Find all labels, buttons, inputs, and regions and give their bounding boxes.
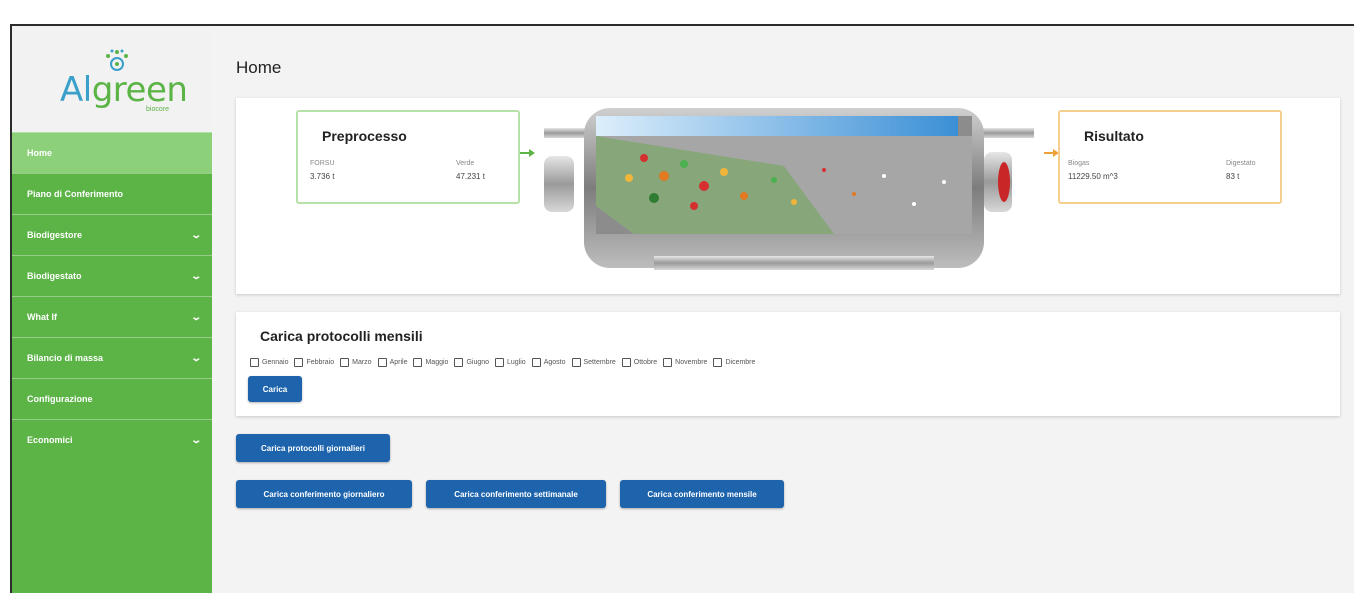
month-checkbox-giugno[interactable]: Giugno bbox=[454, 358, 489, 367]
sidebar-item-home[interactable]: Home bbox=[12, 132, 212, 173]
preprocess-box: Preprocesso FORSU 3.736 t Verde 47.231 t bbox=[296, 110, 520, 204]
biogas-label: Biogas bbox=[1068, 160, 1090, 167]
checkbox[interactable] bbox=[377, 358, 387, 367]
month-checkboxes: Gennaio Febbraio Marzo Aprile Maggio Giugno Lu… bbox=[250, 358, 755, 367]
month-checkbox-agosto[interactable]: Agosto bbox=[531, 358, 566, 367]
biogas-value: 11229.50 m^3 bbox=[1068, 172, 1118, 181]
checkbox[interactable] bbox=[663, 358, 673, 367]
sidebar-item-economici[interactable]: Economici ⌄ bbox=[12, 419, 212, 460]
month-label: Settembre bbox=[583, 359, 616, 366]
logo: Algreen biocore bbox=[12, 26, 212, 132]
month-checkbox-novembre[interactable]: Novembre bbox=[663, 358, 707, 367]
digestato-value: 83 t bbox=[1226, 172, 1240, 181]
month-label: Luglio bbox=[507, 359, 526, 366]
month-label: Giugno bbox=[466, 359, 490, 366]
digestato-label: Digestato bbox=[1226, 160, 1256, 167]
sidebar-item-biodigestato[interactable]: Biodigestato ⌄ bbox=[12, 255, 212, 296]
monthly-delivery-button[interactable]: Carica conferimento mensile bbox=[620, 480, 784, 508]
checkbox[interactable] bbox=[454, 358, 464, 367]
month-checkbox-settembre[interactable]: Settembre bbox=[571, 358, 616, 367]
sidebar-item-label: Bilancio di massa bbox=[27, 353, 104, 363]
sidebar-item-label: Biodigestato bbox=[27, 271, 82, 281]
sidebar-item-label: Economici bbox=[27, 435, 73, 445]
month-checkbox-marzo[interactable]: Marzo bbox=[340, 358, 372, 367]
checkbox[interactable] bbox=[294, 358, 304, 367]
month-label: Agosto bbox=[543, 359, 566, 366]
sidebar-item-configurazione[interactable]: Configurazione bbox=[12, 378, 212, 419]
month-checkbox-gennaio[interactable]: Gennaio bbox=[250, 358, 288, 367]
preprocess-title: Preprocesso bbox=[322, 128, 407, 144]
month-checkbox-luglio[interactable]: Luglio bbox=[495, 358, 526, 367]
sidebar-item-what-if[interactable]: What If ⌄ bbox=[12, 296, 212, 337]
result-box: Risultato Biogas 11229.50 m^3 Digestato … bbox=[1058, 110, 1282, 204]
month-checkbox-aprile[interactable]: Aprile bbox=[377, 358, 408, 367]
month-checkbox-maggio[interactable]: Maggio bbox=[413, 358, 448, 367]
sidebar-item-label: Piano di Conferimento bbox=[27, 189, 124, 199]
chevron-down-icon: ⌄ bbox=[189, 311, 202, 323]
month-label: Maggio bbox=[425, 359, 449, 366]
monthly-title: Carica protocolli mensili bbox=[260, 328, 423, 344]
logo-subtitle: biocore bbox=[146, 106, 169, 113]
month-label: Novembre bbox=[675, 359, 708, 366]
weekly-delivery-button[interactable]: Carica conferimento settimanale bbox=[426, 480, 606, 508]
month-label: Dicembre bbox=[725, 359, 756, 366]
checkbox[interactable] bbox=[621, 358, 631, 367]
chevron-down-icon: ⌄ bbox=[189, 229, 202, 241]
month-label: Gennaio bbox=[262, 359, 289, 366]
app-window: Algreen biocore Home Piano di Conferiment… bbox=[10, 24, 1354, 593]
page-title: Home bbox=[236, 58, 282, 77]
forsu-value: 3.736 t bbox=[310, 172, 335, 181]
month-checkbox-ottobre[interactable]: Ottobre bbox=[621, 358, 658, 367]
month-label: Febbraio bbox=[306, 359, 335, 366]
main-content: Home Preprocesso FORSU 3.736 t Verde 47.… bbox=[234, 26, 1354, 593]
month-label: Ottobre bbox=[633, 359, 658, 366]
sidebar-item-label: Home bbox=[27, 148, 53, 158]
month-checkbox-febbraio[interactable]: Febbraio bbox=[294, 358, 334, 367]
sidebar-item-label: What If bbox=[27, 312, 57, 322]
checkbox[interactable] bbox=[495, 358, 505, 367]
sidebar-item-biodigestore[interactable]: Biodigestore ⌄ bbox=[12, 214, 212, 255]
monthly-protocols-card: Carica protocolli mensili Gennaio Febbrai… bbox=[236, 312, 1340, 416]
process-card: Preprocesso FORSU 3.736 t Verde 47.231 t bbox=[236, 98, 1340, 294]
daily-protocols-button[interactable]: Carica protocolli giornalieri bbox=[236, 434, 390, 462]
sidebar-item-piano-di-conferimento[interactable]: Piano di Conferimento bbox=[12, 173, 212, 214]
daily-delivery-button[interactable]: Carica conferimento giornaliero bbox=[236, 480, 412, 508]
checkbox[interactable] bbox=[413, 358, 423, 367]
checkbox[interactable] bbox=[340, 358, 350, 367]
verde-label: Verde bbox=[456, 160, 475, 167]
month-label: Aprile bbox=[389, 359, 408, 366]
sidebar-nav: Home Piano di Conferimento Biodigestore ⌄ Bi… bbox=[12, 132, 212, 460]
month-label: Marzo bbox=[352, 359, 372, 366]
biodigester-illustration bbox=[544, 108, 1034, 270]
forsu-label: FORSU bbox=[310, 160, 335, 167]
chevron-down-icon: ⌄ bbox=[189, 434, 202, 446]
month-checkbox-dicembre[interactable]: Dicembre bbox=[713, 358, 755, 367]
sidebar-item-label: Biodigestore bbox=[27, 230, 83, 240]
result-title: Risultato bbox=[1084, 128, 1144, 144]
chevron-down-icon: ⌄ bbox=[189, 352, 202, 364]
verde-value: 47.231 t bbox=[456, 172, 485, 181]
carica-button[interactable]: Carica bbox=[248, 376, 302, 402]
sidebar-item-label: Configurazione bbox=[27, 394, 93, 404]
logo-text: Algreen bbox=[60, 70, 188, 110]
sidebar: Algreen biocore Home Piano di Conferiment… bbox=[12, 26, 212, 593]
checkbox[interactable] bbox=[713, 358, 723, 367]
checkbox[interactable] bbox=[531, 358, 541, 367]
chevron-down-icon: ⌄ bbox=[189, 270, 202, 282]
checkbox[interactable] bbox=[571, 358, 581, 367]
checkbox[interactable] bbox=[250, 358, 259, 367]
sidebar-item-bilancio-di-massa[interactable]: Bilancio di massa ⌄ bbox=[12, 337, 212, 378]
